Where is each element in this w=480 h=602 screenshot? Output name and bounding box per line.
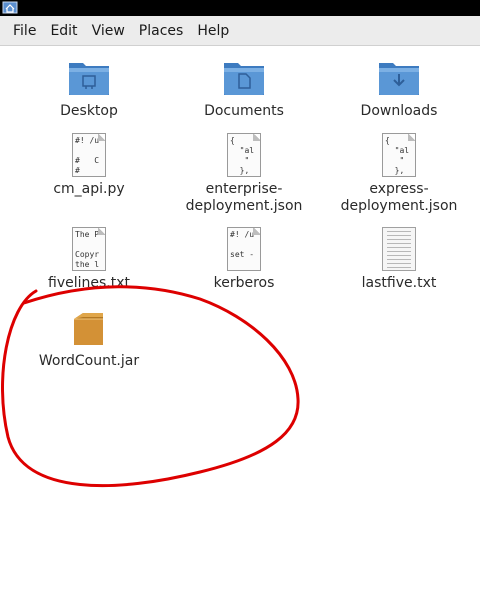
menu-places[interactable]: Places [132, 19, 191, 43]
python-file-icon: #! /u # C # [67, 133, 111, 177]
file-label: WordCount.jar [38, 353, 140, 369]
file-item-wordcount-jar[interactable]: WordCount.jar [14, 305, 164, 370]
file-item-kerberos[interactable]: #! /u set - kerberos [169, 227, 319, 292]
file-item-documents[interactable]: Documents [169, 55, 319, 120]
documents-folder-icon [222, 55, 266, 99]
text-lines [382, 227, 416, 271]
file-label-line1: express- [369, 181, 429, 197]
file-item-lastfive[interactable]: lastfive.txt [324, 227, 474, 292]
file-label-line2: deployment.json [185, 198, 303, 214]
file-label: Desktop [60, 103, 118, 119]
file-item-downloads[interactable]: Downloads [324, 55, 474, 120]
file-view[interactable]: Desktop Documents Downloads #! /u # C # … [0, 47, 480, 602]
file-preview: { "al " }, [382, 133, 416, 177]
file-label: cm_api.py [53, 181, 125, 197]
menu-file[interactable]: File [6, 19, 43, 43]
file-label: kerberos [213, 275, 275, 291]
file-label: enterprise- deployment.json [169, 181, 319, 215]
file-label: lastfive.txt [361, 275, 437, 291]
file-item-fivelines[interactable]: The P Copyr the l fivelines.txt [14, 227, 164, 292]
file-item-desktop[interactable]: Desktop [14, 55, 164, 120]
file-item-express-deployment[interactable]: { "al " }, express- deployment.json [324, 133, 474, 215]
menu-bar: File Edit View Places Help [0, 16, 480, 46]
menu-edit[interactable]: Edit [43, 19, 84, 43]
file-label-line1: enterprise- [205, 181, 283, 197]
file-item-enterprise-deployment[interactable]: { "al " }, enterprise- deployment.json [169, 133, 319, 215]
json-file-icon: { "al " }, [377, 133, 421, 177]
file-preview: { "al " }, [227, 133, 261, 177]
file-label: Downloads [360, 103, 438, 119]
file-item-cm-api[interactable]: #! /u # C # cm_api.py [14, 133, 164, 198]
menu-view[interactable]: View [85, 19, 132, 43]
jar-package-icon [67, 305, 111, 349]
menu-help[interactable]: Help [190, 19, 236, 43]
file-label-line2: deployment.json [340, 198, 458, 214]
file-preview: #! /u # C # [72, 133, 106, 177]
file-label: fivelines.txt [48, 275, 130, 291]
window-titlebar[interactable] [0, 0, 480, 16]
shell-file-icon: #! /u set - [222, 227, 266, 271]
json-file-icon: { "al " }, [222, 133, 266, 177]
home-folder-icon[interactable] [2, 0, 18, 14]
text-file-icon [377, 227, 421, 271]
downloads-folder-icon [377, 55, 421, 99]
file-preview: The P Copyr the l [72, 227, 106, 271]
file-label: express- deployment.json [324, 181, 474, 215]
file-preview: #! /u set - [227, 227, 261, 271]
desktop-folder-icon [67, 55, 111, 99]
file-label: Documents [204, 103, 284, 119]
text-file-icon: The P Copyr the l [67, 227, 111, 271]
